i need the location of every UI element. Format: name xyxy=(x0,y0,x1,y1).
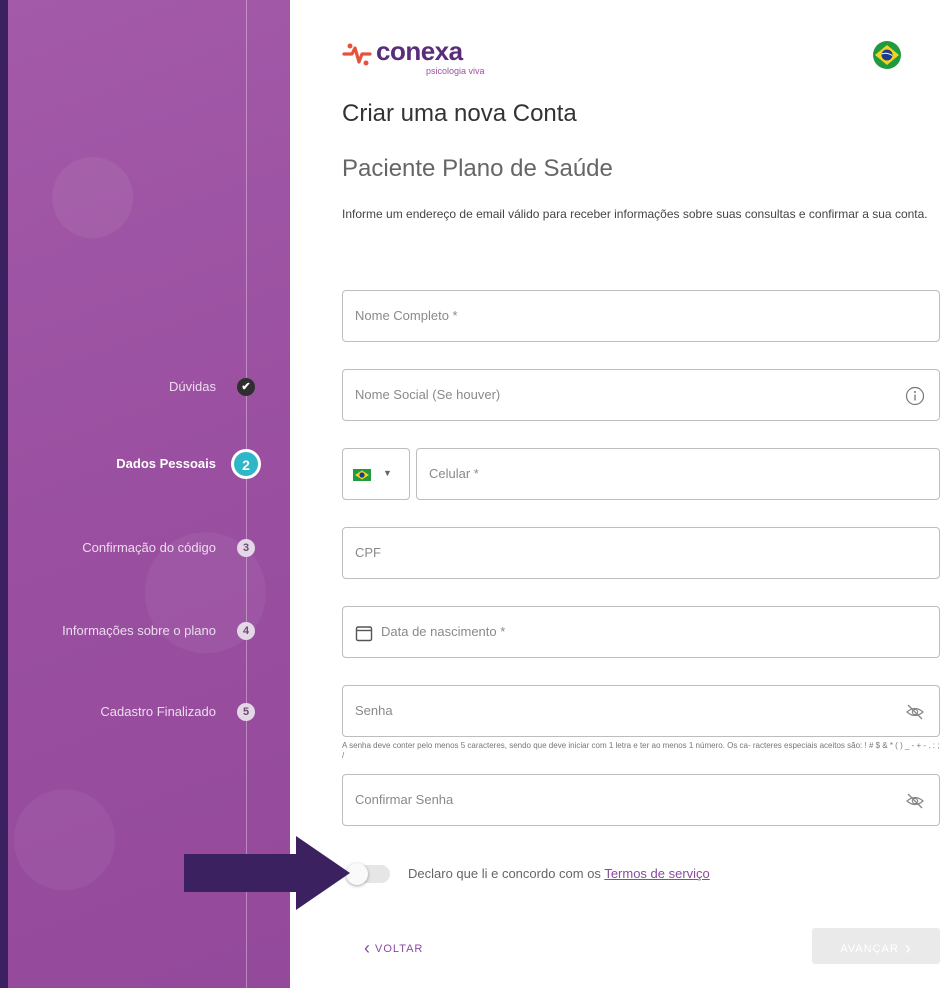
step-label: Informações sobre o plano xyxy=(62,623,216,638)
check-icon: ✔ xyxy=(237,378,255,396)
eye-off-icon[interactable] xyxy=(905,791,925,811)
password-hint: A senha deve conter pelo menos 5 caracte… xyxy=(342,741,940,760)
terms-of-service-link[interactable]: Termos de serviço xyxy=(604,866,709,881)
terms-label: Declaro que li e concordo com os xyxy=(408,866,605,881)
terms-row: Declaro que li e concordo com os Termos … xyxy=(346,862,868,886)
step-number: 5 xyxy=(237,703,255,721)
social-name-input[interactable]: Nome Social (Se houver) xyxy=(342,369,940,421)
conexa-logo-icon xyxy=(342,43,372,66)
country-code-select[interactable]: ▼ xyxy=(342,448,410,500)
password-placeholder: Senha xyxy=(355,703,393,718)
chevron-right-icon: › xyxy=(904,938,912,958)
calendar-icon[interactable] xyxy=(355,624,373,642)
brand-logo: conexa psicologia viva xyxy=(342,36,502,80)
confirm-password-input[interactable]: Confirmar Senha xyxy=(342,774,940,826)
confirm-password-placeholder: Confirmar Senha xyxy=(355,792,454,807)
brazil-flag-icon[interactable] xyxy=(872,40,902,70)
back-button[interactable]: ‹ VOLTAR xyxy=(364,936,424,958)
step-dados-pessoais: Dados Pessoais 2 xyxy=(8,449,290,480)
birth-date-input[interactable]: Data de nascimento * xyxy=(342,606,940,658)
full-name-input[interactable]: Nome Completo * xyxy=(342,290,940,342)
step-cadastro-finalizado: Cadastro Finalizado 5 xyxy=(8,698,290,728)
full-name-placeholder: Nome Completo * xyxy=(355,308,458,323)
info-text: Informe um endereço de email válido para… xyxy=(342,207,928,221)
step-label: Dúvidas xyxy=(169,379,216,394)
step-duvidas: Dúvidas ✔ xyxy=(8,373,290,403)
cpf-placeholder: CPF xyxy=(355,545,381,560)
step-number: 3 xyxy=(237,539,255,557)
eye-off-icon[interactable] xyxy=(905,702,925,722)
terms-toggle[interactable] xyxy=(346,863,390,885)
step-number: 4 xyxy=(237,622,255,640)
brand-name: conexa xyxy=(376,36,463,66)
brazil-flag-icon xyxy=(353,469,371,481)
step-label: Cadastro Finalizado xyxy=(100,704,216,719)
phone-input[interactable]: Celular * xyxy=(416,448,940,500)
step-informacoes-plano: Informações sobre o plano 4 xyxy=(8,617,290,647)
step-confirmacao-codigo: Confirmação do código 3 xyxy=(8,534,290,564)
step-label: Confirmação do código xyxy=(82,540,216,555)
brand-tagline: psicologia viva xyxy=(426,66,485,76)
social-name-placeholder: Nome Social (Se houver) xyxy=(355,387,501,402)
chevron-down-icon: ▼ xyxy=(383,468,392,478)
terms-text: Declaro que li e concordo com os Termos … xyxy=(408,866,710,881)
birth-date-placeholder: Data de nascimento * xyxy=(381,624,506,639)
step-label: Dados Pessoais xyxy=(116,456,216,471)
chevron-left-icon: ‹ xyxy=(364,938,371,958)
page-subtitle: Paciente Plano de Saúde xyxy=(342,155,613,182)
pointer-arrow-icon xyxy=(184,836,350,910)
cpf-input[interactable]: CPF xyxy=(342,527,940,579)
phone-placeholder: Celular * xyxy=(429,466,479,481)
back-label: VOLTAR xyxy=(375,943,424,955)
password-input[interactable]: Senha xyxy=(342,685,940,737)
next-button[interactable]: AVANÇAR › xyxy=(812,928,940,964)
signup-form-panel: conexa psicologia viva Criar uma nova Co… xyxy=(290,0,940,988)
next-label: AVANÇAR xyxy=(840,943,899,955)
page-title: Criar uma nova Conta xyxy=(342,100,577,127)
step-number: 2 xyxy=(231,449,261,479)
info-icon[interactable] xyxy=(905,386,925,406)
app-frame: Dúvidas ✔ Dados Pessoais 2 Confirmação d… xyxy=(8,0,940,988)
